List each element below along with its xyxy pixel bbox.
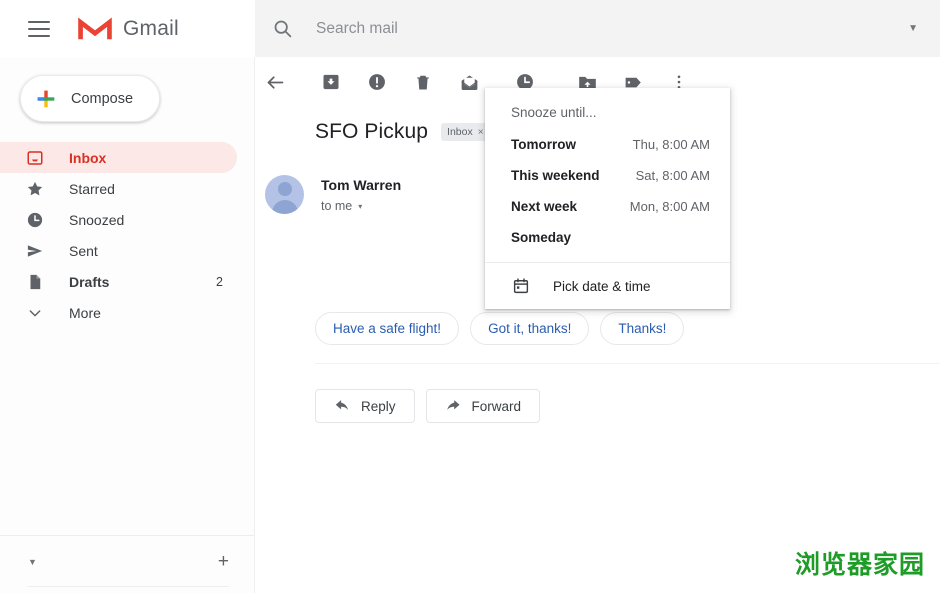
label-chip-text: Inbox [447, 126, 473, 138]
snooze-option-label: Next week [511, 199, 577, 214]
sender-meta: Tom Warren to me ▾ [321, 175, 401, 213]
snooze-option-label: Tomorrow [511, 137, 576, 152]
archive-icon [321, 72, 341, 92]
mark-unread-icon [459, 72, 480, 93]
snooze-option-label: This weekend [511, 168, 600, 183]
top-bar-brand-area: Gmail [0, 0, 255, 57]
gmail-m-logo-icon [78, 16, 112, 42]
report-spam-icon [367, 72, 387, 92]
back-button[interactable] [255, 62, 295, 102]
sidebar-item-snoozed[interactable]: Snoozed [0, 204, 237, 235]
inbox-icon [25, 148, 45, 168]
reply-button[interactable]: Reply [315, 389, 415, 423]
snooze-option-someday[interactable]: Someday [485, 222, 730, 253]
snooze-option-label: Someday [511, 230, 571, 245]
sidebar-item-label: Snoozed [69, 212, 124, 228]
smart-reply-chip[interactable]: Have a safe flight! [315, 312, 459, 345]
sidebar: Compose Inbox Starred [0, 57, 255, 593]
snooze-option-time: Thu, 8:00 AM [633, 137, 710, 152]
forward-button[interactable]: Forward [426, 389, 541, 423]
sidebar-item-label: More [69, 305, 101, 321]
chat-panel-row: ▼ + [28, 552, 229, 587]
sender-row: Tom Warren to me ▾ [265, 175, 401, 214]
reply-arrow-icon [334, 398, 351, 415]
sidebar-item-count: 2 [216, 275, 223, 289]
top-bar: Gmail ▼ [0, 0, 940, 57]
gmail-app-window: Gmail ▼ Compose [0, 0, 940, 593]
sidebar-item-more[interactable]: More [0, 297, 237, 328]
chevron-down-icon[interactable]: ▾ [358, 202, 362, 211]
hamburger-icon[interactable] [28, 21, 50, 37]
plus-icon [36, 89, 56, 109]
gmail-wordmark: Gmail [123, 17, 179, 41]
trash-icon [413, 72, 433, 92]
watermark: 浏览器家园 [795, 545, 925, 581]
smart-reply-row: Have a safe flight! Got it, thanks! Than… [315, 312, 684, 345]
chat-expand-chevron-down-icon[interactable]: ▼ [28, 557, 37, 567]
sidebar-item-label: Inbox [69, 150, 106, 166]
search-input[interactable] [316, 20, 908, 38]
search-icon [272, 18, 293, 39]
snooze-dropdown-menu: Snooze until... Tomorrow Thu, 8:00 AM Th… [485, 88, 730, 309]
smart-reply-chip[interactable]: Thanks! [600, 312, 684, 345]
clock-icon [25, 210, 45, 230]
compose-button[interactable]: Compose [20, 75, 160, 122]
mark-unread-button[interactable] [449, 62, 489, 102]
compose-label: Compose [71, 91, 133, 107]
sender-recipient[interactable]: to me ▾ [321, 199, 401, 213]
sidebar-item-inbox[interactable]: Inbox [0, 142, 237, 173]
snooze-pick-label: Pick date & time [553, 279, 651, 294]
snooze-option-time: Sat, 8:00 AM [636, 168, 710, 183]
search-options-chevron-down-icon[interactable]: ▼ [908, 23, 918, 34]
message-actions: Reply Forward [315, 389, 540, 423]
subject-row: SFO Pickup Inbox × [315, 120, 490, 144]
snooze-option-this-weekend[interactable]: This weekend Sat, 8:00 AM [485, 160, 730, 191]
arrow-left-icon [265, 72, 286, 93]
send-icon [25, 241, 45, 261]
forward-label: Forward [472, 399, 522, 414]
snooze-option-next-week[interactable]: Next week Mon, 8:00 AM [485, 191, 730, 222]
reply-label: Reply [361, 399, 396, 414]
sidebar-item-label: Drafts [69, 274, 109, 290]
sidebar-nav: Inbox Starred Sno [0, 142, 254, 328]
delete-button[interactable] [403, 62, 443, 102]
report-spam-button[interactable] [357, 62, 397, 102]
snooze-option-tomorrow[interactable]: Tomorrow Thu, 8:00 AM [485, 129, 730, 160]
snooze-option-time: Mon, 8:00 AM [630, 199, 710, 214]
close-icon[interactable]: × [478, 127, 484, 138]
avatar[interactable] [265, 175, 304, 214]
archive-button[interactable] [311, 62, 351, 102]
snooze-menu-header: Snooze until... [485, 96, 730, 129]
label-chip-inbox[interactable]: Inbox × [441, 123, 490, 141]
avatar-head [278, 182, 292, 196]
smart-reply-chip[interactable]: Got it, thanks! [470, 312, 589, 345]
snooze-pick-date-time[interactable]: Pick date & time [485, 263, 730, 309]
page-title: SFO Pickup [315, 120, 428, 144]
forward-arrow-icon [445, 398, 462, 415]
gmail-logo[interactable]: Gmail [78, 16, 179, 42]
sidebar-item-sent[interactable]: Sent [0, 235, 237, 266]
search-bar[interactable]: ▼ [255, 0, 940, 57]
chevron-down-icon [25, 303, 45, 323]
draft-file-icon [25, 272, 45, 292]
calendar-icon [511, 277, 530, 296]
sidebar-item-drafts[interactable]: Drafts 2 [0, 266, 237, 297]
divider [315, 363, 940, 364]
sender-name: Tom Warren [321, 177, 401, 193]
sender-recipient-text: to me [321, 199, 352, 213]
chat-panel: ▼ + [0, 535, 255, 593]
star-icon [25, 179, 45, 199]
sidebar-item-label: Starred [69, 181, 115, 197]
sidebar-item-label: Sent [69, 243, 98, 259]
sidebar-item-starred[interactable]: Starred [0, 173, 237, 204]
avatar-body [272, 200, 298, 214]
chat-add-plus-icon[interactable]: + [218, 552, 229, 571]
